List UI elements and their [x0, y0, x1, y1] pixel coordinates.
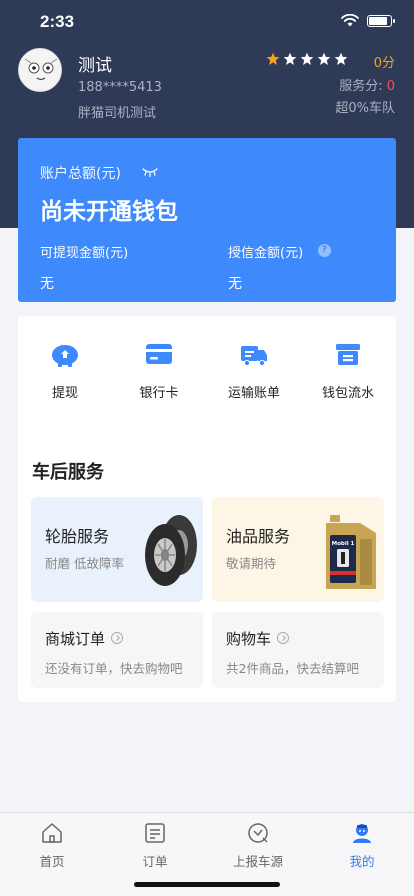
quick-action-transport-bill[interactable]: 运输账单: [214, 338, 294, 401]
tab-label: 订单: [142, 854, 168, 869]
tire-service-card[interactable]: 轮胎服务 耐磨 低故障率: [31, 497, 203, 602]
mall-orders-sub: 还没有订单，快去购物吧: [45, 661, 183, 676]
order-list-icon: [145, 823, 165, 843]
oil-service-card[interactable]: 油品服务 敬请期待 Mobil 1: [212, 497, 384, 602]
wallet-card[interactable]: 账户总额(元) 尚未开通钱包 可提现金额(元) 无 授信金额(元) ? 无: [18, 138, 396, 302]
credit-label: 授信金额(元): [228, 246, 304, 261]
star-icon: [317, 52, 331, 65]
star-icon: [266, 52, 280, 65]
status-time: 2:33: [40, 12, 75, 31]
mall-orders-title-text: 商城订单: [45, 630, 106, 648]
tire-service-title: 轮胎服务: [45, 527, 110, 546]
star-rating: [266, 52, 348, 66]
quick-action-withdraw[interactable]: 提现: [25, 338, 105, 401]
battery-icon: [367, 14, 395, 27]
shopping-cart-card[interactable]: 购物车 共2件商品，快去结算吧: [212, 612, 384, 688]
user-phone: 188****5413: [78, 80, 162, 95]
star-icon: [283, 52, 297, 65]
service-score: 服务分: 0: [339, 75, 395, 94]
tire-service-sub: 耐磨 低故障率: [45, 556, 124, 571]
wallet-total-label: 账户总额(元): [40, 166, 121, 182]
after-sales-title: 车后服务: [32, 462, 104, 483]
credit-value: 无: [228, 276, 242, 292]
oil-service-title: 油品服务: [226, 527, 291, 546]
user-team: 胖猫司机测试: [78, 106, 157, 121]
service-score-value: 0: [386, 79, 395, 94]
oil-service-sub: 敬请期待: [226, 556, 277, 571]
profile-icon: [353, 824, 371, 843]
withdrawable-value: 无: [40, 276, 54, 292]
engine-oil-icon: Mobil 1: [326, 515, 376, 589]
report-source-icon: [248, 823, 268, 843]
battery-level-fill: [369, 16, 387, 25]
tire-icon: [145, 515, 197, 586]
team-rank: 超0%车队: [335, 101, 395, 116]
cart-sub: 共2件商品，快去结算吧: [226, 661, 359, 676]
truck-icon: [241, 346, 267, 367]
avatar[interactable]: [18, 48, 62, 92]
home-indicator: [134, 882, 280, 887]
help-icon[interactable]: ?: [318, 244, 331, 257]
tab-label: 上报车源: [232, 854, 283, 869]
cart-title-text: 购物车: [226, 630, 272, 648]
bank-card-icon: [146, 344, 172, 364]
oil-brand: Mobil 1: [332, 541, 355, 547]
service-score-label: 服务分:: [339, 79, 387, 94]
tab-report-source[interactable]: 上报车源: [206, 821, 310, 870]
services-card: 提现 银行卡 运输账单 钱包流水 车后服务 轮胎服务 耐磨 低故障率 油品服务 …: [18, 316, 396, 702]
tab-home[interactable]: 首页: [0, 821, 104, 870]
quick-action-label: 运输账单: [227, 386, 280, 401]
rating-score: 0分: [373, 56, 395, 71]
mall-orders-card[interactable]: 商城订单 还没有订单，快去购物吧: [31, 612, 203, 688]
mall-orders-title: 商城订单: [45, 628, 124, 649]
cart-title: 购物车: [226, 628, 290, 649]
piggy-bank-icon: [52, 344, 78, 367]
ledger-box-icon: [336, 344, 360, 365]
star-icon: [334, 52, 348, 65]
tab-label: 我的: [349, 854, 375, 869]
quick-action-bank-card[interactable]: 银行卡: [119, 338, 199, 401]
tab-profile[interactable]: 我的: [310, 821, 414, 870]
eye-closed-icon[interactable]: [142, 167, 158, 177]
wifi-icon: [341, 14, 359, 27]
user-name: 测试: [78, 56, 112, 76]
star-icon: [300, 52, 314, 65]
tab-orders[interactable]: 订单: [103, 821, 207, 870]
quick-action-label: 提现: [51, 386, 78, 401]
quick-action-label: 银行卡: [139, 386, 179, 401]
status-indicators: [341, 14, 395, 27]
chevron-right-icon: [277, 631, 290, 644]
withdrawable-label: 可提现金额(元): [40, 246, 129, 261]
quick-action-label: 钱包流水: [321, 386, 374, 401]
home-icon: [42, 823, 62, 843]
wallet-status: 尚未开通钱包: [40, 199, 178, 225]
status-bar: 2:33: [0, 0, 414, 44]
chevron-right-icon: [111, 631, 124, 644]
quick-action-wallet-flow[interactable]: 钱包流水: [308, 338, 388, 401]
tab-label: 首页: [39, 854, 65, 869]
cat-face-icon: [20, 50, 61, 91]
